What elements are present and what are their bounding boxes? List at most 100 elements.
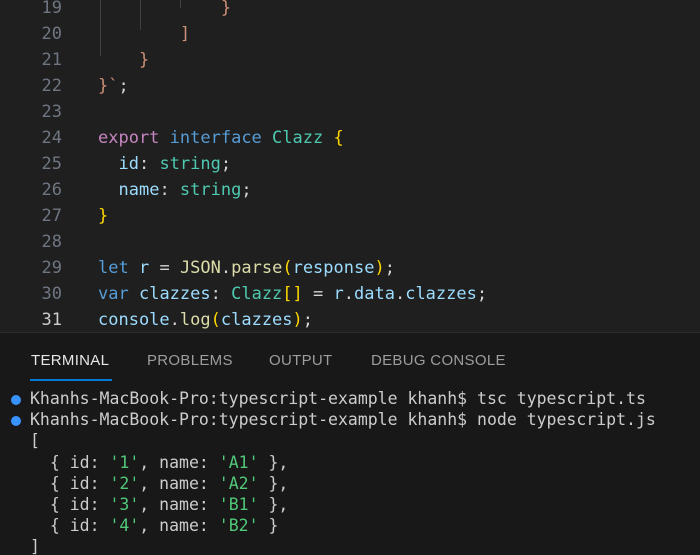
code-line[interactable]: 30 var clazzes: Clazz[] = r.data.clazzes; — [0, 281, 700, 307]
code-line[interactable]: 26 name: string; — [0, 177, 700, 203]
code-token: string — [179, 180, 242, 200]
code-line[interactable]: 20 ] — [0, 21, 700, 47]
code-line[interactable]: 21 } — [0, 47, 700, 73]
code-token: . — [220, 258, 232, 278]
terminal-line: Khanhs-MacBook-Pro:typescript-example kh… — [30, 410, 656, 430]
terminal-token: { id: — [30, 452, 110, 472]
code-token: ; — [241, 180, 252, 200]
panel-tab-bar: TERMINAL PROBLEMS OUTPUT DEBUG CONSOLE — [0, 333, 700, 377]
code-line[interactable]: 22}`; — [0, 73, 700, 99]
terminal-token: 'B2' — [218, 516, 259, 536]
terminal-line: [ — [30, 431, 40, 451]
tab-output[interactable]: OUTPUT — [269, 352, 332, 369]
tab-terminal[interactable]: TERMINAL — [31, 352, 109, 369]
terminal-token: { id: — [30, 516, 110, 536]
code-token: Clazz — [231, 284, 283, 304]
code-token: : — [159, 180, 180, 200]
line-number: 21 — [41, 50, 62, 70]
line-number: 29 — [41, 258, 62, 278]
code-line[interactable]: 23 — [0, 99, 700, 125]
code-token: clazzes — [220, 310, 293, 330]
terminal-token: }, — [258, 495, 289, 514]
code-token: ; — [384, 258, 395, 278]
code-line[interactable]: 27} — [0, 203, 700, 229]
terminal-token: 'A2' — [218, 473, 259, 493]
code-line[interactable]: 31 console.log(clazzes); — [0, 307, 700, 332]
code-token: ; — [220, 154, 232, 174]
tab-debug-console[interactable]: DEBUG CONSOLE — [371, 352, 506, 369]
code-token: Clazz — [272, 128, 324, 148]
code-text: } — [98, 47, 149, 73]
terminal-token: }, — [258, 473, 289, 493]
code-line[interactable]: 24 export interface Clazz { — [0, 125, 700, 151]
line-number: 23 — [41, 102, 62, 122]
code-text: var clazzes: Clazz[] = r.data.clazzes; — [98, 281, 487, 307]
terminal-token: , name: — [139, 495, 219, 514]
code-token: = — [302, 284, 334, 304]
code-text: let r = JSON.parse(response); — [98, 255, 395, 281]
terminal-token: 'B1' — [218, 495, 259, 514]
terminal-line: Khanhs-MacBook-Pro:typescript-example kh… — [30, 389, 646, 409]
terminal-line: ] — [30, 537, 40, 555]
terminal-line: { id: '3', name: 'B1' }, — [30, 495, 288, 515]
code-token: ; — [302, 310, 314, 330]
code-token: }` — [98, 76, 119, 96]
terminal-line: { id: '1', name: 'A1' }, — [30, 453, 288, 473]
code-token: r — [333, 284, 344, 304]
code-token: clazzes — [405, 284, 477, 304]
line-number: 20 — [41, 24, 62, 44]
line-number: 30 — [41, 284, 62, 304]
line-number: 28 — [41, 232, 62, 252]
terminal-token: '1' — [109, 452, 140, 472]
terminal-token: } — [258, 516, 279, 536]
code-line[interactable]: 29 let r = JSON.parse(response); — [0, 255, 700, 281]
code-token: ( — [282, 258, 293, 278]
terminal-token: '4' — [109, 516, 140, 536]
line-number: 27 — [41, 206, 62, 226]
terminal-token: [ — [30, 431, 40, 451]
code-line[interactable]: 25 id: string; — [0, 151, 700, 177]
tab-problems[interactable]: PROBLEMS — [147, 352, 233, 369]
code-text: export interface Clazz { — [98, 125, 344, 151]
code-token: parse — [231, 258, 283, 278]
code-token: clazzes — [138, 284, 211, 304]
code-token: . — [394, 284, 406, 304]
line-number: 19 — [41, 0, 62, 18]
code-token: data — [354, 284, 395, 304]
code-token: ; — [476, 284, 488, 304]
code-token: { — [333, 128, 344, 148]
code-token: : — [138, 154, 160, 174]
code-token: ; — [118, 76, 129, 96]
code-token: interface — [169, 128, 262, 148]
code-token: [] — [282, 284, 303, 304]
code-token: } — [98, 50, 150, 70]
terminal-token: , name: — [139, 516, 219, 536]
terminal-token: , name: — [139, 452, 219, 472]
code-text: } — [98, 203, 108, 229]
line-number: 25 — [41, 154, 62, 174]
terminal-line: { id: '4', name: 'B2' } — [30, 516, 279, 536]
code-line[interactable]: 28 — [0, 229, 700, 255]
code-text: console.log(clazzes); — [98, 307, 313, 332]
code-text: ] — [98, 21, 190, 47]
code-token: let — [98, 258, 129, 278]
code-line[interactable]: 19 } — [0, 0, 700, 21]
terminal-token: '3' — [109, 495, 140, 514]
terminal-token: }, — [258, 452, 289, 472]
code-token: } — [98, 0, 232, 18]
code-token: ] — [98, 24, 191, 44]
code-token: } — [98, 206, 109, 226]
command-status-dot[interactable] — [11, 395, 21, 405]
command-status-dot[interactable] — [11, 416, 21, 427]
code-token: = — [149, 258, 180, 278]
line-number: 26 — [41, 180, 62, 200]
terminal-token: '2' — [109, 473, 140, 493]
code-token: : — [210, 284, 232, 304]
code-token: response — [292, 258, 375, 278]
code-editor[interactable]: 19 } 20 ] 21 } 22}`; 23 24 export interface Cl… — [0, 0, 700, 332]
code-token: log — [179, 310, 211, 330]
